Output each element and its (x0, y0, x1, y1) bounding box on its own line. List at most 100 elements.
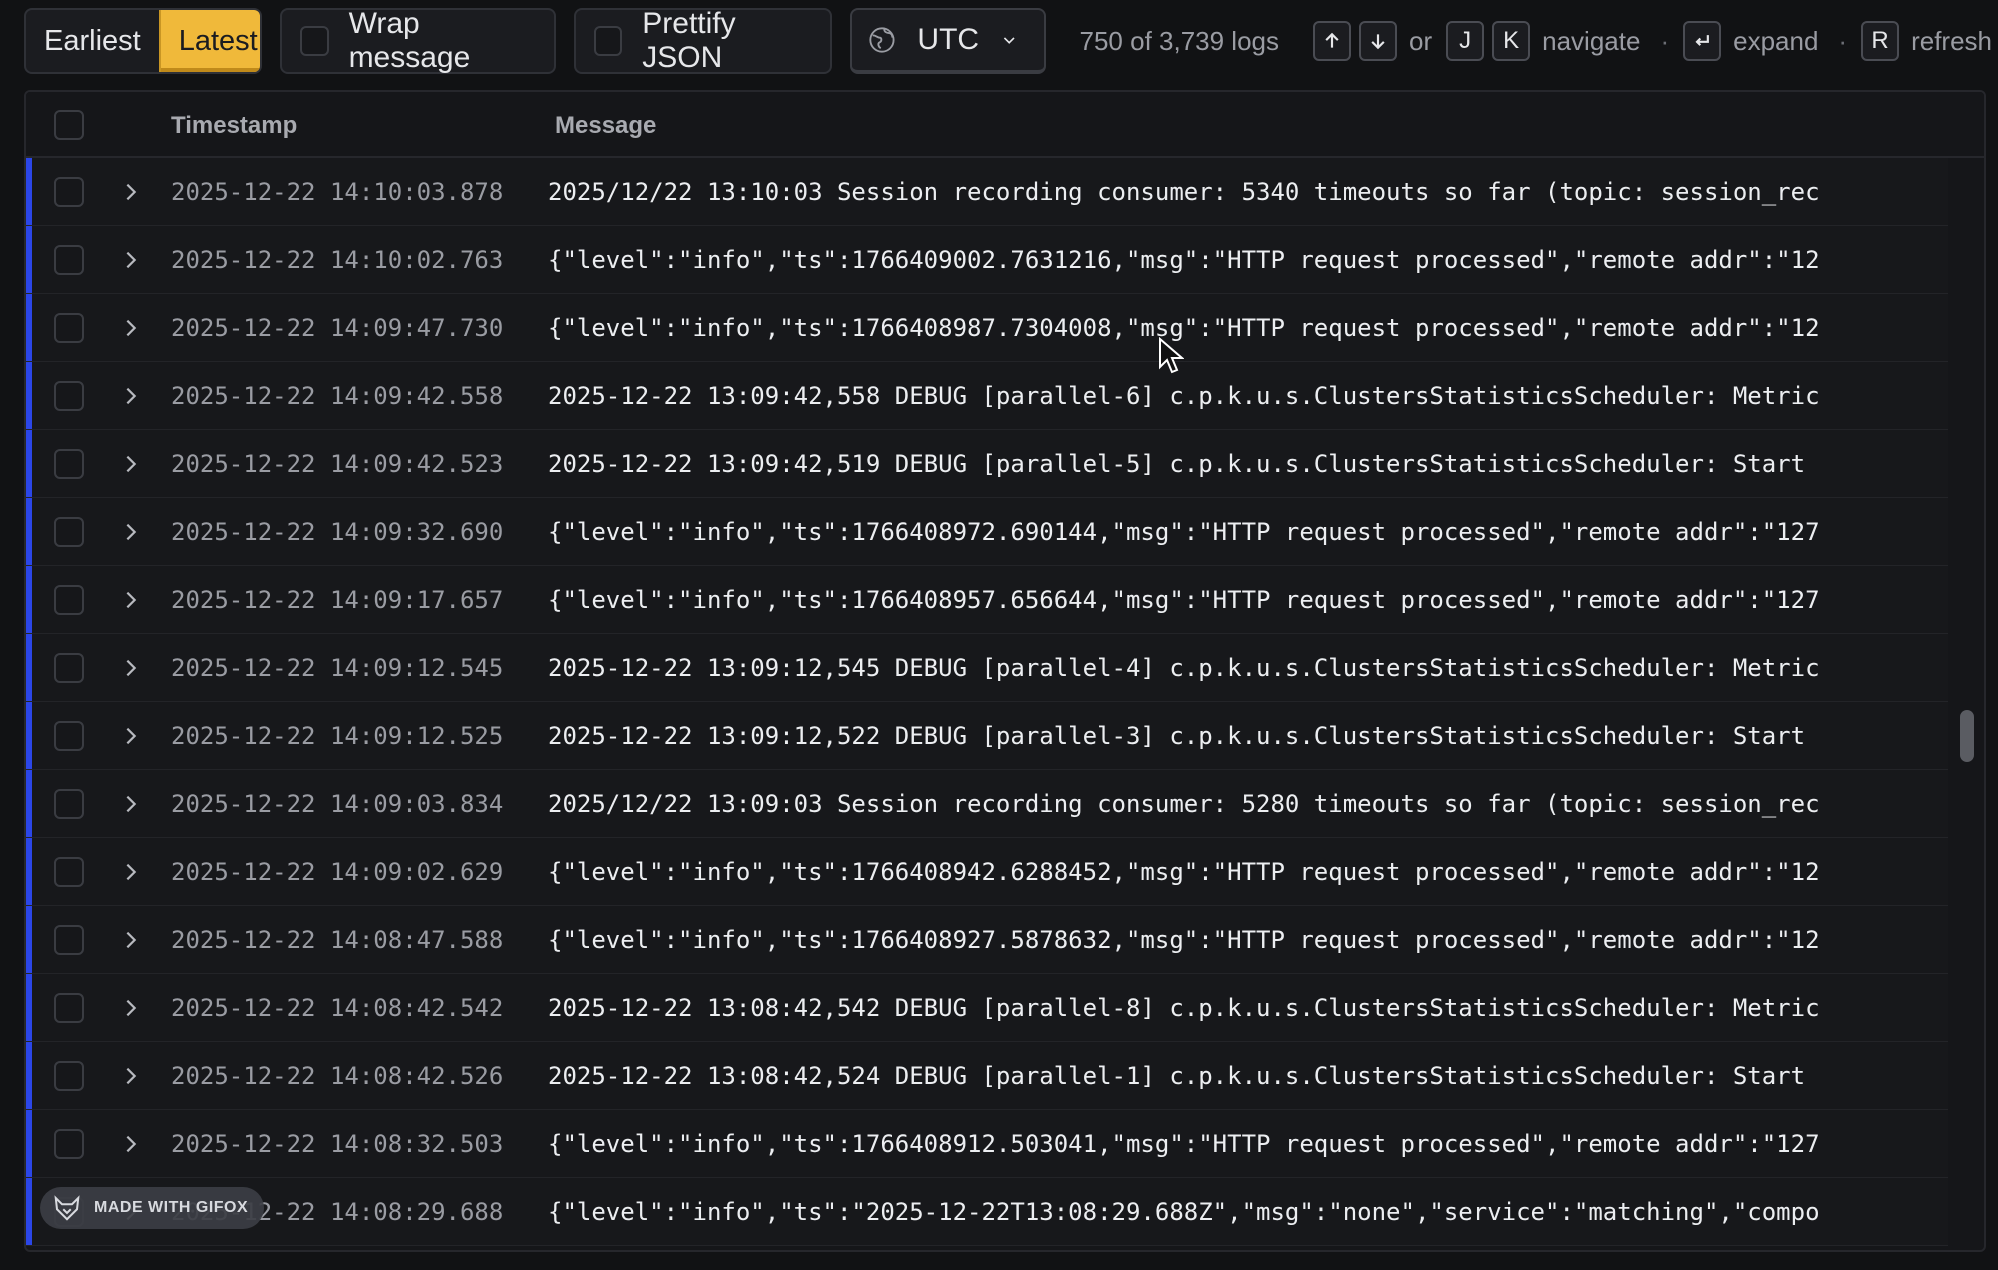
select-all-checkbox[interactable] (54, 110, 84, 140)
table-row[interactable]: 2025-12-22 14:08:47.588 {"level":"info","… (26, 906, 1948, 974)
r-key: R (1861, 21, 1900, 61)
row-timestamp: 2025-12-22 14:09:42.523 (171, 450, 504, 478)
row-checkbox[interactable] (54, 245, 84, 275)
row-checkbox[interactable] (54, 653, 84, 683)
row-checkbox[interactable] (54, 721, 84, 751)
row-message: 2025-12-22 13:09:12,545 DEBUG [parallel-… (548, 654, 1820, 682)
row-message: 2025-12-22 13:08:42,542 DEBUG [parallel-… (548, 994, 1820, 1022)
table-row[interactable]: 2025-12-22 14:10:02.763 {"level":"info","… (26, 226, 1948, 294)
table-row[interactable]: 2025-12-22 14:10:03.878 2025/12/22 13:10:… (26, 158, 1948, 226)
table-row[interactable]: 2025-12-22 14:09:12.525 2025-12-22 13:09:… (26, 702, 1948, 770)
table-row[interactable]: 2025-12-22 14:08:32.503 {"level":"info","… (26, 1110, 1948, 1178)
fox-logo-icon (54, 1195, 80, 1221)
hint-navigate: navigate (1542, 25, 1641, 56)
row-timestamp: 2025-12-22 14:09:12.545 (171, 654, 504, 682)
row-message: {"level":"info","ts":1766408912.503041,"… (548, 1130, 1820, 1158)
row-timestamp: 2025-12-22 14:10:02.763 (171, 246, 504, 274)
arrow-down-key (1359, 21, 1397, 61)
chevron-right-icon[interactable] (120, 1132, 142, 1156)
log-count: 750 of 3,739 logs (1079, 25, 1280, 56)
row-message: 2025-12-22 13:08:42,524 DEBUG [parallel-… (548, 1062, 1806, 1090)
arrow-up-key (1313, 21, 1351, 61)
table-row[interactable]: 2025-12-22 14:09:47.730 {"level":"info","… (26, 294, 1948, 362)
chevron-right-icon[interactable] (120, 996, 142, 1020)
hint-separator: · (1660, 25, 1670, 56)
row-timestamp: 2025-12-22 14:09:03.834 (171, 790, 504, 818)
table-row[interactable]: 2025-12-22 14:09:02.629 {"level":"info","… (26, 838, 1948, 906)
wrap-message-checkbox[interactable] (300, 26, 329, 56)
log-rows: 2025-12-22 14:10:03.878 2025/12/22 13:10:… (26, 158, 1948, 1250)
chevron-right-icon[interactable] (120, 384, 142, 408)
table-row[interactable]: 2025-12-22 14:09:42.558 2025-12-22 13:09:… (26, 362, 1948, 430)
row-timestamp: 2025-12-22 14:09:42.558 (171, 382, 504, 410)
prettify-json-label: Prettify JSON (642, 7, 736, 74)
row-checkbox[interactable] (54, 993, 84, 1023)
row-checkbox[interactable] (54, 381, 84, 411)
row-timestamp: 2025-12-22 14:08:47.588 (171, 926, 504, 954)
row-checkbox[interactable] (54, 585, 84, 615)
row-checkbox[interactable] (54, 449, 84, 479)
row-message: 2025-12-22 13:09:42,558 DEBUG [parallel-… (548, 382, 1820, 410)
row-message: {"level":"info","ts":"2025-12-22T13:08:2… (548, 1198, 1820, 1226)
row-timestamp: 2025-12-22 14:09:12.525 (171, 722, 504, 750)
chevron-right-icon[interactable] (120, 724, 142, 748)
time-order-toggle: Earliest Latest (24, 8, 263, 74)
enter-icon (1695, 35, 1710, 46)
chevron-right-icon[interactable] (120, 316, 142, 340)
hint-refresh: refresh (1911, 25, 1993, 56)
timezone-select[interactable]: UTC (849, 8, 1046, 74)
scrollbar-thumb[interactable] (1960, 710, 1974, 762)
row-message: 2025/12/22 13:09:03 Session recording co… (548, 790, 1820, 818)
table-row[interactable]: 2025-12-22 14:08:42.526 2025-12-22 13:08:… (26, 1042, 1948, 1110)
arrow-up-icon (1325, 32, 1339, 48)
chevron-right-icon[interactable] (120, 656, 142, 680)
row-checkbox[interactable] (54, 1129, 84, 1159)
logs-table: Timestamp Message 2025-12-22 14:10:03.87… (24, 90, 1986, 1252)
row-timestamp: 2025-12-22 14:08:42.526 (171, 1062, 504, 1090)
row-checkbox[interactable] (54, 313, 84, 343)
row-timestamp: 2025-12-22 14:10:03.878 (171, 178, 504, 206)
table-row[interactable]: 2025-12-22 14:09:32.690 {"level":"info","… (26, 498, 1948, 566)
column-header-message[interactable]: Message (555, 112, 656, 140)
hint-separator: · (1838, 25, 1848, 56)
table-row[interactable]: 2025-12-22 14:09:42.523 2025-12-22 13:09:… (26, 430, 1948, 498)
row-checkbox[interactable] (54, 857, 84, 887)
prettify-json-toggle[interactable]: Prettify JSON (574, 7, 832, 74)
row-checkbox[interactable] (54, 1061, 84, 1091)
earliest-button[interactable]: Earliest (26, 10, 159, 72)
table-row[interactable]: 2025-12-22 14:08:29.688 {"level":"info","… (26, 1178, 1948, 1246)
row-checkbox[interactable] (54, 177, 84, 207)
row-message: 2025/12/22 13:10:03 Session recording co… (548, 178, 1820, 206)
latest-button[interactable]: Latest (158, 10, 261, 72)
table-row[interactable]: 2025-12-22 14:08:42.542 2025-12-22 13:08:… (26, 974, 1948, 1042)
chevron-right-icon[interactable] (120, 1064, 142, 1088)
row-message: 2025-12-22 13:09:42,519 DEBUG [parallel-… (548, 450, 1806, 478)
table-row[interactable]: 2025-12-22 14:09:03.834 2025/12/22 13:09:… (26, 770, 1948, 838)
row-message: {"level":"info","ts":1766408942.6288452,… (548, 858, 1820, 886)
row-checkbox[interactable] (54, 517, 84, 547)
j-key: J (1446, 21, 1485, 61)
chevron-right-icon[interactable] (120, 588, 142, 612)
row-checkbox[interactable] (54, 789, 84, 819)
column-header-timestamp[interactable]: Timestamp (171, 112, 297, 140)
chevron-right-icon[interactable] (120, 928, 142, 952)
enter-key (1683, 21, 1722, 61)
chevron-right-icon[interactable] (120, 860, 142, 884)
chevron-right-icon[interactable] (120, 792, 142, 816)
table-header: Timestamp Message (26, 92, 1984, 158)
gifox-watermark: MADE WITH GIFOX (40, 1187, 265, 1229)
chevron-right-icon[interactable] (120, 520, 142, 544)
row-timestamp: 2025-12-22 14:09:47.730 (171, 314, 504, 342)
chevron-right-icon[interactable] (120, 452, 142, 476)
row-timestamp: 2025-12-22 14:09:02.629 (171, 858, 504, 886)
prettify-json-checkbox[interactable] (594, 26, 623, 56)
watermark-text: MADE WITH GIFOX (94, 1199, 249, 1216)
chevron-right-icon[interactable] (120, 180, 142, 204)
chevron-right-icon[interactable] (120, 248, 142, 272)
row-checkbox[interactable] (54, 925, 84, 955)
table-row[interactable]: 2025-12-22 14:09:17.657 {"level":"info","… (26, 566, 1948, 634)
table-row[interactable]: 2025-12-22 14:09:12.545 2025-12-22 13:09:… (26, 634, 1948, 702)
row-timestamp: 2025-12-22 14:08:32.503 (171, 1130, 504, 1158)
wrap-message-toggle[interactable]: Wrap message (280, 7, 557, 74)
row-message: {"level":"info","ts":1766408972.690144,"… (548, 518, 1820, 546)
